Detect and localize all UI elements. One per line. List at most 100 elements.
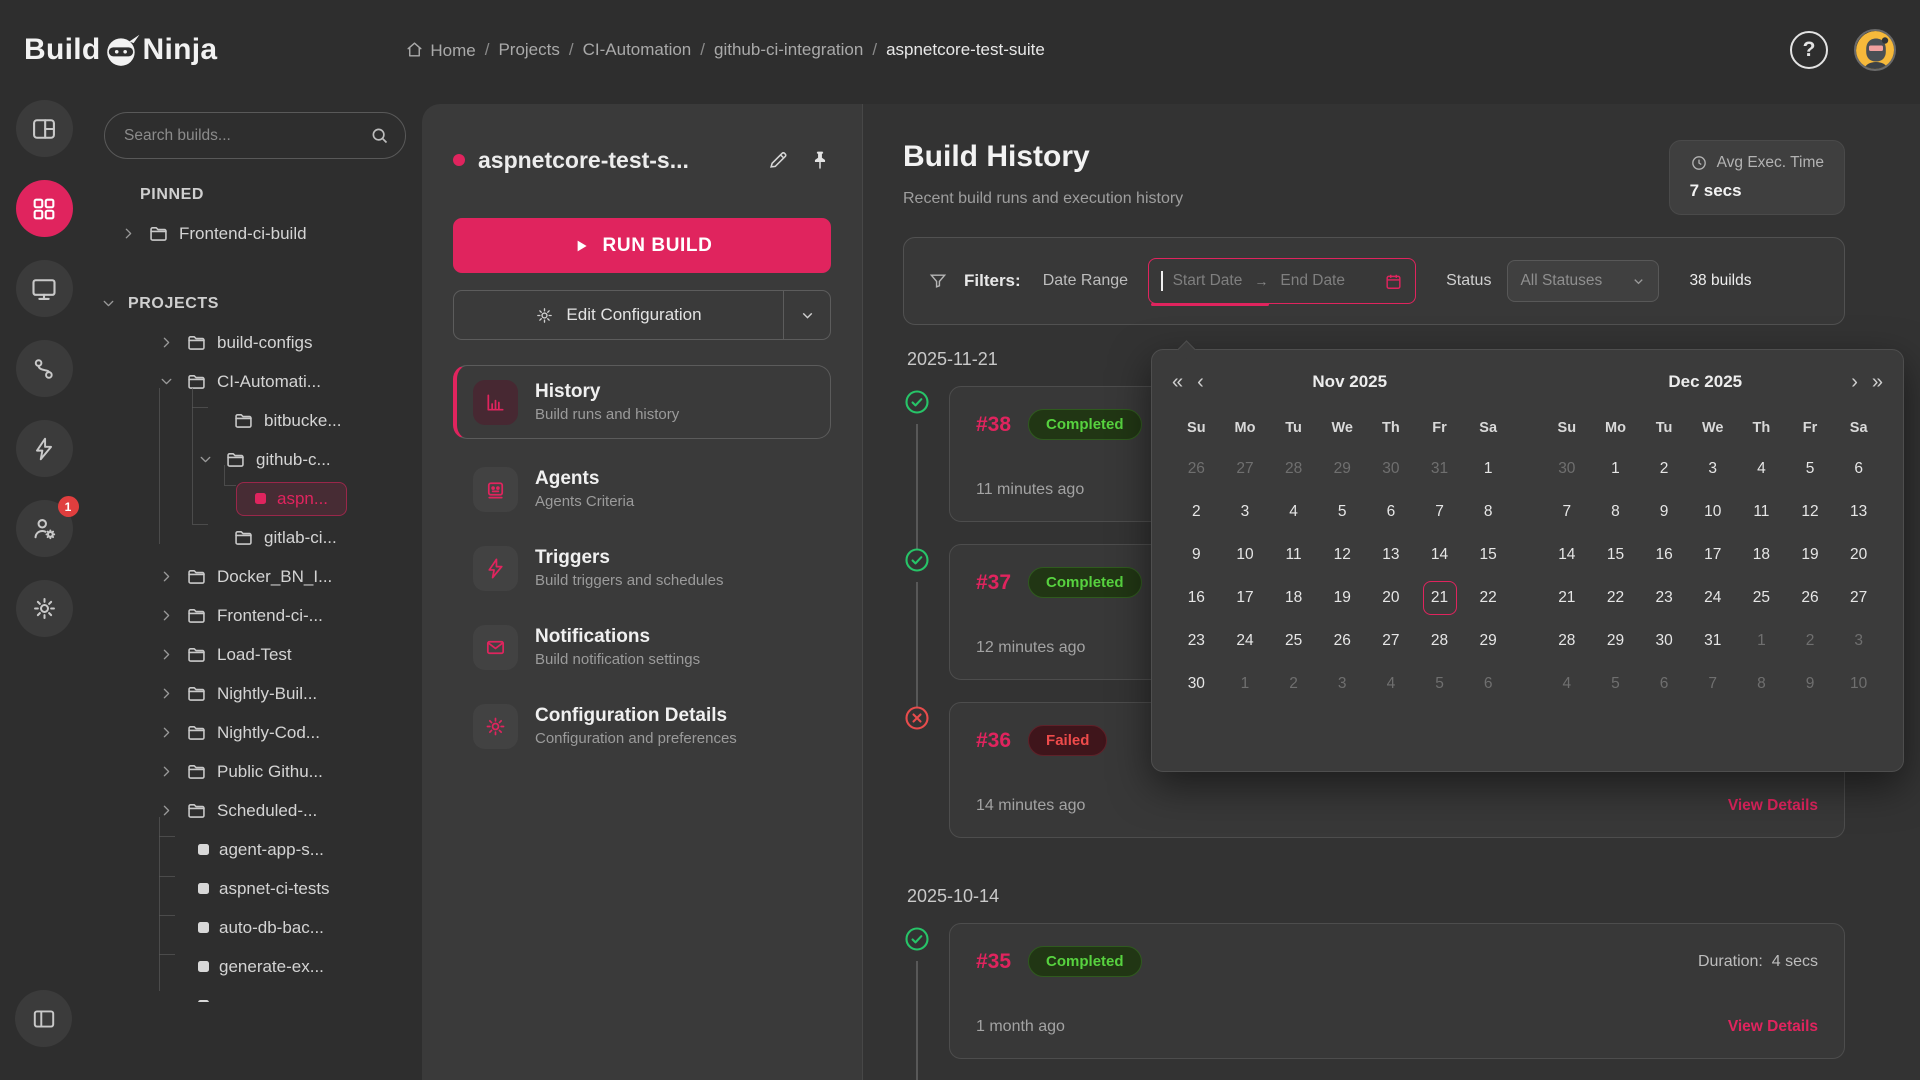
calendar-day[interactable]: 20	[1367, 581, 1416, 615]
edit-name-icon[interactable]	[767, 149, 789, 171]
calendar-day[interactable]: 5	[1591, 667, 1640, 701]
calendar-day[interactable]: 25	[1269, 624, 1318, 658]
breadcrumb-item[interactable]: Projects	[498, 40, 559, 60]
calendar-day[interactable]: 3	[1688, 452, 1737, 486]
tree-folder[interactable]: Frontend-ci-build	[88, 214, 422, 253]
calendar-day[interactable]: 14	[1415, 538, 1464, 572]
calendar-day[interactable]: 22	[1591, 581, 1640, 615]
calendar-day[interactable]: 31	[1415, 452, 1464, 486]
tree-folder[interactable]: CI-Automati...	[88, 362, 422, 401]
view-details-link[interactable]: View Details	[1728, 1018, 1818, 1036]
tree-folder[interactable]: Load-Test	[88, 635, 422, 674]
tree-folder[interactable]: Nightly-Buil...	[88, 674, 422, 713]
calendar-day[interactable]: 5	[1786, 452, 1835, 486]
calendar-day[interactable]: 30	[1172, 667, 1221, 701]
calendar-day[interactable]: 18	[1737, 538, 1786, 572]
calendar-day[interactable]: 24	[1688, 581, 1737, 615]
calendar-day[interactable]: 3	[1318, 667, 1367, 701]
calendar-day[interactable]: 1	[1464, 452, 1513, 486]
calendar-day[interactable]: 30	[1367, 452, 1416, 486]
calendar-day[interactable]: 8	[1591, 495, 1640, 529]
tree-build[interactable]: agent-app-s...	[88, 830, 422, 869]
calendar-day[interactable]: 1	[1591, 452, 1640, 486]
calendar-day[interactable]: 29	[1464, 624, 1513, 658]
tree-build[interactable]: …	[88, 986, 422, 1002]
calendar-icon[interactable]	[1384, 272, 1403, 291]
tree-folder[interactable]: bitbucke...	[88, 401, 422, 440]
calendar-day[interactable]: 4	[1737, 452, 1786, 486]
tree-folder[interactable]: Frontend-ci-...	[88, 596, 422, 635]
calendar-day[interactable]: 26	[1318, 624, 1367, 658]
build-card[interactable]: #35 Completed Duration: 4 secs 1 month a…	[949, 923, 1845, 1059]
calendar-day[interactable]: 19	[1786, 538, 1835, 572]
calendar-day[interactable]: 1	[1221, 667, 1270, 701]
rail-button-triggers[interactable]	[16, 420, 73, 477]
calendar-day[interactable]: 28	[1415, 624, 1464, 658]
tab-history[interactable]: History Build runs and history	[453, 365, 831, 439]
calendar-day[interactable]: 22	[1464, 581, 1513, 615]
tree-folder[interactable]: build-configs	[88, 323, 422, 362]
calendar-day[interactable]: 26	[1172, 452, 1221, 486]
sidebar-section-pinned[interactable]: PINNED	[88, 175, 422, 214]
tree-folder[interactable]: Scheduled-...	[88, 791, 422, 830]
tree-folder[interactable]: gitlab-ci...	[88, 518, 422, 557]
calendar-day[interactable]: 7	[1415, 495, 1464, 529]
tree-folder[interactable]: Nightly-Cod...	[88, 713, 422, 752]
calendar-day[interactable]: 3	[1221, 495, 1270, 529]
rail-button-pipelines[interactable]	[16, 340, 73, 397]
calendar-day[interactable]: 8	[1464, 495, 1513, 529]
calendar-day[interactable]: 12	[1318, 538, 1367, 572]
calendar-day[interactable]: 4	[1269, 495, 1318, 529]
status-select[interactable]: All Statuses	[1507, 260, 1659, 302]
search-input[interactable]	[104, 112, 406, 159]
rail-button-settings[interactable]	[16, 580, 73, 637]
calendar-day[interactable]: 4	[1543, 667, 1592, 701]
calendar-day[interactable]: 11	[1737, 495, 1786, 529]
user-avatar[interactable]	[1854, 29, 1896, 71]
calendar-day[interactable]: 2	[1640, 452, 1689, 486]
tree-folder[interactable]: Public Githu...	[88, 752, 422, 791]
calendar-day[interactable]: 28	[1269, 452, 1318, 486]
calendar-day[interactable]: 7	[1543, 495, 1592, 529]
calendar-day[interactable]: 12	[1786, 495, 1835, 529]
calendar-day[interactable]: 3	[1834, 624, 1883, 658]
view-details-link[interactable]: View Details	[1728, 797, 1818, 815]
rail-button-agents[interactable]: 1	[16, 500, 73, 557]
calendar-day[interactable]: 2	[1269, 667, 1318, 701]
calendar-day[interactable]: 5	[1415, 667, 1464, 701]
tab-configuration[interactable]: Configuration Details Configuration and …	[453, 695, 831, 757]
edit-configuration-menu-button[interactable]	[784, 291, 830, 339]
calendar-day[interactable]: 19	[1318, 581, 1367, 615]
calendar-day[interactable]: 4	[1367, 667, 1416, 701]
calendar-day[interactable]: 7	[1688, 667, 1737, 701]
calendar-day[interactable]: 5	[1318, 495, 1367, 529]
breadcrumb-item[interactable]: CI-Automation	[583, 40, 692, 60]
calendar-day[interactable]: 9	[1786, 667, 1835, 701]
calendar-day[interactable]: 13	[1367, 538, 1416, 572]
calendar-day[interactable]: 8	[1737, 667, 1786, 701]
calendar-day[interactable]: 29	[1591, 624, 1640, 658]
tree-folder[interactable]: Docker_BN_I...	[88, 557, 422, 596]
calendar-day[interactable]: 1	[1737, 624, 1786, 658]
tree-build[interactable]: aspnet-ci-tests	[88, 869, 422, 908]
calendar-day[interactable]: 16	[1640, 538, 1689, 572]
breadcrumb-item[interactable]: Home	[405, 40, 475, 61]
calendar-day[interactable]: 26	[1786, 581, 1835, 615]
calendar-day[interactable]: 27	[1367, 624, 1416, 658]
tree-build-selected[interactable]: aspn...	[88, 479, 422, 518]
calendar-day[interactable]: 18	[1269, 581, 1318, 615]
tree-build[interactable]: auto-db-bac...	[88, 908, 422, 947]
sidebar-section-projects[interactable]: PROJECTS	[88, 284, 422, 323]
help-button[interactable]: ?	[1790, 31, 1828, 69]
calendar-day[interactable]: 21	[1543, 581, 1592, 615]
calendar-day[interactable]: 23	[1640, 581, 1689, 615]
rail-button-monitors[interactable]	[16, 260, 73, 317]
calendar-day[interactable]: 10	[1688, 495, 1737, 529]
rail-button-projects[interactable]	[16, 180, 73, 237]
calendar-day[interactable]: 11	[1269, 538, 1318, 572]
tab-notifications[interactable]: Notifications Build notification setting…	[453, 616, 831, 678]
pin-icon[interactable]	[809, 149, 831, 171]
calendar-day[interactable]: 30	[1640, 624, 1689, 658]
calendar-day[interactable]: 10	[1221, 538, 1270, 572]
calendar-day[interactable]: 10	[1834, 667, 1883, 701]
